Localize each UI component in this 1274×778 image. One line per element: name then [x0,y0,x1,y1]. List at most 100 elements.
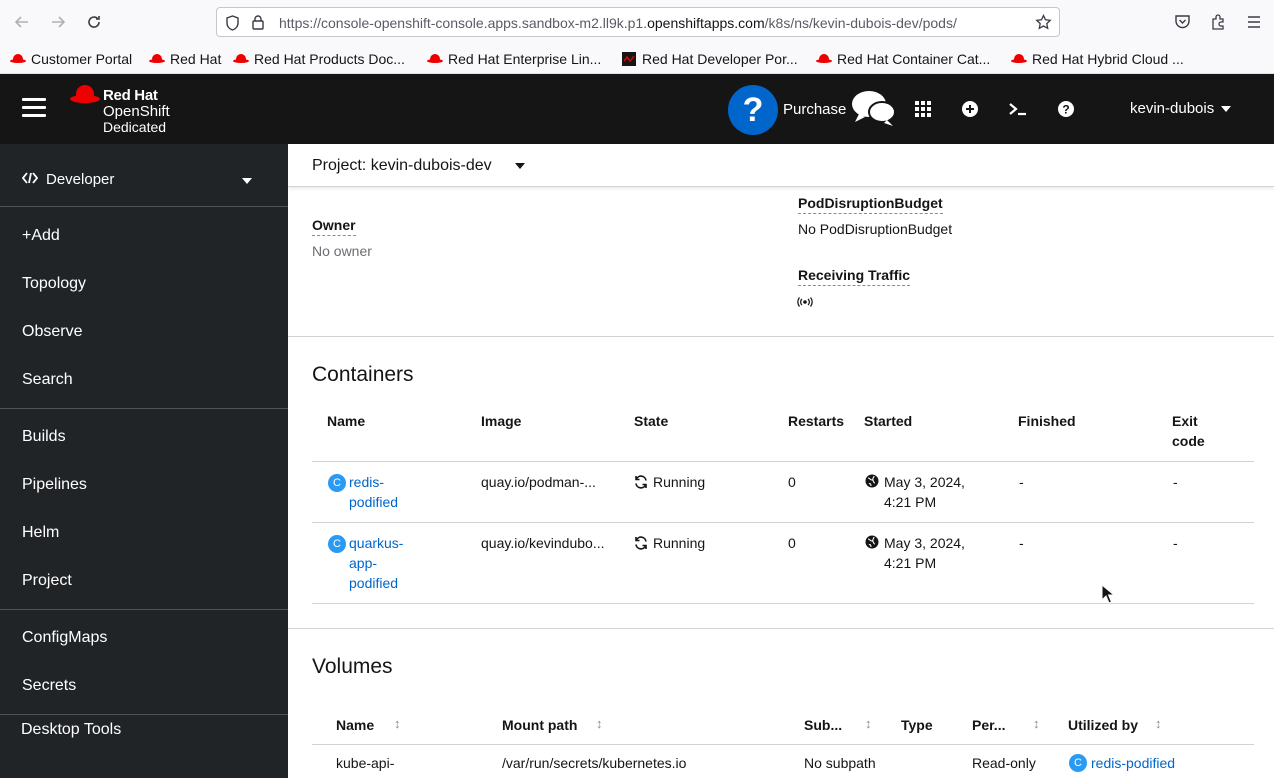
col-header-started: Started [864,413,913,429]
browser-toolbar: https://console-openshift-console.apps.s… [0,0,1274,44]
purchase-button[interactable]: Purchase [783,101,846,118]
owner-term[interactable]: Owner [312,217,356,236]
container-badge: C [1069,754,1087,772]
pocket-icon[interactable] [1172,12,1192,32]
help-question-icon[interactable]: ? [1056,99,1076,119]
container-badge: C [328,474,346,492]
col-header-finished: Finished [1018,413,1076,429]
bookmark-hybrid-cloud[interactable]: Red Hat Hybrid Cloud ... [1011,49,1184,69]
sort-icon[interactable]: ↕ [865,716,872,731]
masthead: Red Hat OpenShift Dedicated ? Purchase ?… [0,74,1274,144]
container-restarts: 0 [788,474,796,490]
redhat-icon [233,54,249,64]
bookmark-developer-portal[interactable]: Red Hat Developer Por... [622,49,798,69]
caret-down-icon[interactable] [515,163,525,169]
perspective-switcher[interactable]: Developer [0,144,288,207]
nav-item-secrets[interactable]: Secrets [22,677,76,695]
container-started: May 3, 2024, 4:21 PM [884,533,965,573]
redhat-icon [816,54,832,64]
redhat-logo-icon[interactable] [70,85,100,105]
volume-name: kube-api- [336,755,395,771]
container-link-quarkus[interactable]: quarkus-app-podified [349,533,403,593]
hamburger-icon[interactable] [22,98,46,118]
nav-item-observe[interactable]: Observe [22,323,82,341]
user-menu[interactable]: kevin-dubois [1130,100,1232,117]
nav-item-configmaps[interactable]: ConfigMaps [22,629,107,647]
section-divider [288,628,1274,629]
chat-bubbles-icon[interactable] [849,88,897,135]
mouse-pointer-icon [1101,583,1116,609]
sort-icon[interactable]: ↕ [596,716,603,731]
back-arrow-icon[interactable] [10,10,34,34]
app-menu-icon[interactable] [1244,12,1264,32]
col-header-state: State [634,413,669,429]
bookmark-customer-portal[interactable]: Customer Portal [10,49,132,69]
nav-item-add[interactable]: +Add [22,227,60,245]
col-header-volume-name[interactable]: Name [336,715,374,735]
sync-icon [634,475,648,494]
volumes-heading: Volumes [312,655,393,678]
started-time: 4:21 PM [884,494,937,510]
bookmarks-bar: Customer Portal Red Hat Red Hat Products… [0,44,1274,74]
shield-icon[interactable] [225,15,240,36]
col-header-label: Utilized by [1068,717,1139,733]
caret-down-icon [1221,106,1232,113]
forward-arrow-icon[interactable] [46,10,70,34]
bookmark-label: Customer Portal [31,51,133,67]
nav-item-desktop-tools[interactable]: Desktop Tools [21,721,121,739]
url-bar[interactable]: https://console-openshift-console.apps.s… [216,7,1060,37]
container-exit-code: - [1173,474,1178,490]
bookmark-label: Red Hat [170,51,222,67]
col-header-permissions[interactable]: Per... [972,715,1005,735]
owner-value: No owner [312,243,372,259]
lock-icon[interactable] [251,14,265,36]
receiving-traffic-term[interactable]: Receiving Traffic [798,267,911,286]
developer-icon [622,52,636,66]
container-link-redis[interactable]: redis-podified [349,472,398,512]
nav-divider [0,609,288,610]
container-image: quay.io/kevindubo... [481,535,605,551]
col-header-name: Name [327,413,366,429]
col-header-subpath[interactable]: Sub... [804,715,842,735]
bookmark-red-hat[interactable]: Red Hat [149,49,221,69]
container-name-line: redis- [349,474,385,490]
col-header-utilized-by[interactable]: Utilized by [1068,715,1138,735]
started-date: May 3, 2024, [884,535,965,551]
sidebar: Developer +Add Topology Observe Search B… [0,144,288,778]
nav-item-builds[interactable]: Builds [22,428,66,446]
bookmark-label: Red Hat Hybrid Cloud ... [1032,51,1184,67]
app-launcher-icon[interactable] [913,99,933,119]
nav-item-project[interactable]: Project [22,572,72,590]
col-header-exit-line1: Exit [1172,413,1198,429]
nav-item-search[interactable]: Search [22,371,73,389]
nav-item-pipelines[interactable]: Pipelines [22,476,87,494]
star-icon[interactable] [1035,13,1052,36]
nav-item-topology[interactable]: Topology [22,275,86,293]
globe-icon [865,474,879,493]
containers-heading: Containers [312,363,414,386]
url-text[interactable]: https://console-openshift-console.apps.s… [279,15,1027,31]
bookmark-enterprise-linux[interactable]: Red Hat Enterprise Lin... [427,49,601,69]
sort-icon[interactable]: ↕ [1033,716,1040,731]
nav-item-helm[interactable]: Helm [22,524,59,542]
col-header-mount-path[interactable]: Mount path [502,715,577,735]
bookmark-label: Red Hat Enterprise Lin... [448,51,602,67]
reload-icon[interactable] [82,10,106,34]
container-finished: - [1019,474,1024,490]
logo-text-brand[interactable]: Red Hat [103,87,158,104]
plus-circle-icon[interactable] [960,99,980,119]
extensions-icon[interactable] [1208,12,1228,32]
sort-icon[interactable]: ↕ [394,716,401,731]
terminal-icon[interactable] [1008,99,1028,119]
bookmark-container-catalog[interactable]: Red Hat Container Cat... [816,49,990,69]
project-selector[interactable]: Project: kevin-dubois-dev [312,157,492,175]
bookmark-products-docs[interactable]: Red Hat Products Doc... [233,49,405,69]
section-divider [288,336,1274,337]
user-name: kevin-dubois [1130,100,1215,117]
utilized-by-link[interactable]: redis-podified [1091,753,1175,773]
sort-icon[interactable]: ↕ [1155,716,1162,731]
logo-text-product[interactable]: OpenShift [103,103,170,120]
logo-text-edition[interactable]: Dedicated [103,119,166,135]
help-icon[interactable]: ? [728,85,778,135]
pdb-term[interactable]: PodDisruptionBudget [798,195,943,214]
